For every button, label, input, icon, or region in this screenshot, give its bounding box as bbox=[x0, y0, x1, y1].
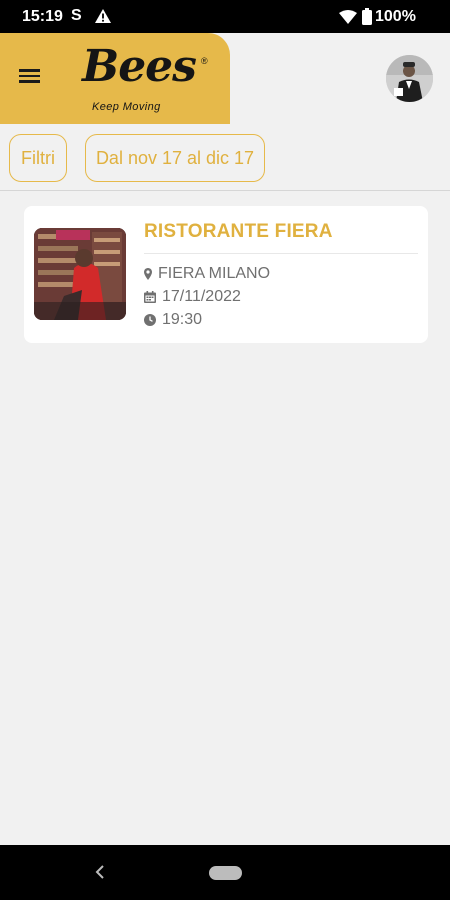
event-time-row: 19:30 bbox=[144, 311, 202, 329]
system-nav-bar bbox=[0, 845, 450, 900]
divider bbox=[144, 253, 418, 254]
warning-icon bbox=[95, 9, 111, 23]
event-card[interactable]: RISTORANTE FIERA FIERA MILANO 17/11/2022… bbox=[24, 206, 428, 343]
event-date: 17/11/2022 bbox=[162, 288, 241, 305]
wifi-icon bbox=[339, 10, 357, 24]
user-photo-icon bbox=[386, 55, 433, 102]
battery-percentage: 100% bbox=[375, 8, 416, 25]
app-notification-icon: S bbox=[71, 7, 82, 24]
event-title: RISTORANTE FIERA bbox=[144, 221, 333, 242]
hamburger-icon bbox=[19, 69, 40, 72]
chevron-left-icon[interactable] bbox=[94, 862, 106, 882]
logo-text: Bees bbox=[82, 41, 197, 92]
registered-mark: ® bbox=[201, 56, 208, 66]
event-thumbnail bbox=[34, 228, 126, 320]
status-bar: 15:19 S 100% bbox=[0, 0, 450, 33]
map-pin-icon bbox=[144, 268, 152, 280]
calendar-icon bbox=[144, 291, 156, 303]
filters-button[interactable]: Filtri bbox=[9, 134, 67, 182]
logo: Bees ® Keep Moving bbox=[80, 41, 215, 117]
event-date-row: 17/11/2022 bbox=[144, 288, 241, 306]
logo-tagline: Keep Moving bbox=[92, 101, 161, 113]
clock-icon bbox=[144, 314, 156, 326]
filter-bar: Filtri Dal nov 17 al dic 17 bbox=[0, 124, 450, 191]
home-pill[interactable] bbox=[209, 866, 242, 880]
menu-button[interactable] bbox=[18, 66, 44, 90]
avatar[interactable] bbox=[386, 55, 433, 102]
date-range-button[interactable]: Dal nov 17 al dic 17 bbox=[85, 134, 265, 182]
event-location: FIERA MILANO bbox=[158, 265, 271, 282]
event-location-row: FIERA MILANO bbox=[144, 265, 270, 283]
app-header: Bees ® Keep Moving bbox=[0, 33, 450, 124]
battery-icon bbox=[362, 8, 372, 25]
brand-panel: Bees ® Keep Moving bbox=[0, 33, 230, 124]
event-time: 19:30 bbox=[162, 311, 203, 328]
event-photo bbox=[34, 228, 126, 320]
status-time: 15:19 bbox=[22, 8, 63, 25]
